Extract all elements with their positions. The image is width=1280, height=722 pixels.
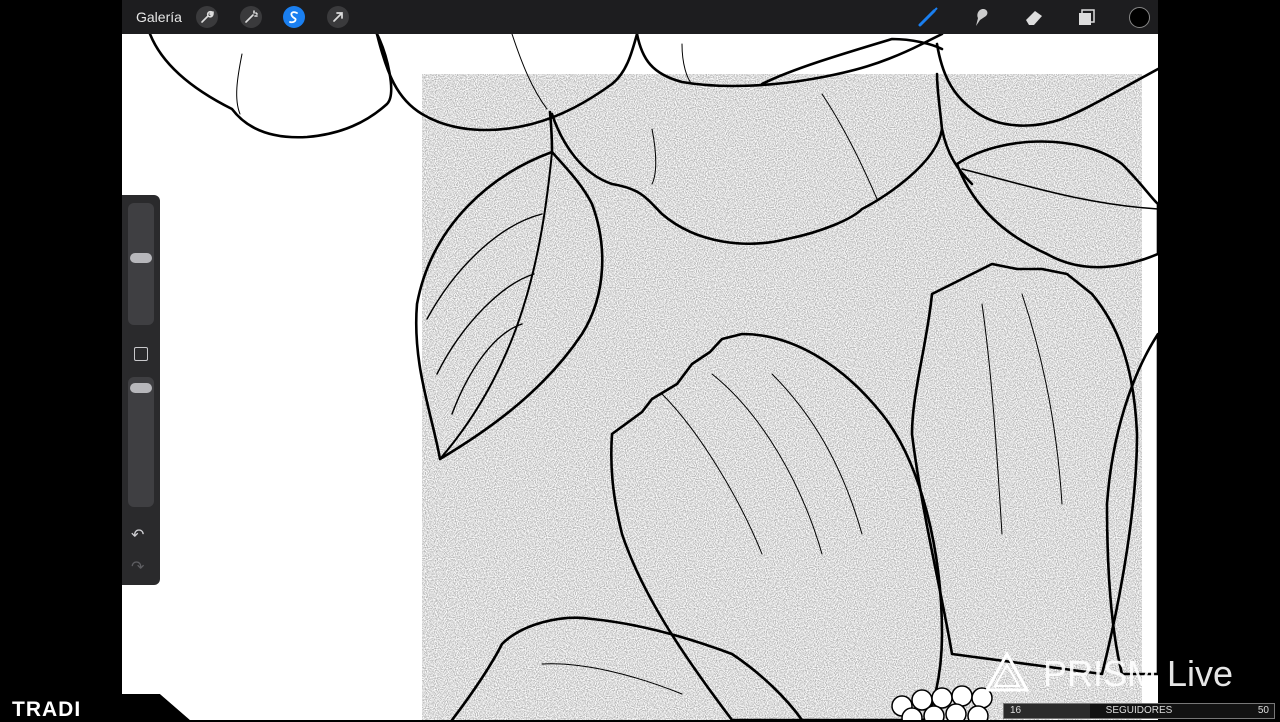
eraser-icon[interactable] bbox=[1023, 6, 1045, 28]
opacity-knob[interactable] bbox=[130, 383, 152, 393]
magic-wand-icon[interactable] bbox=[240, 6, 262, 28]
followers-progress-bar: 16 SEGUIDORES 50 bbox=[1003, 703, 1275, 719]
left-sidebar: ↶ ↷ bbox=[122, 195, 160, 585]
gallery-button[interactable]: Galería bbox=[136, 9, 182, 25]
wrench-icon[interactable] bbox=[196, 6, 218, 28]
followers-label: SEGUIDORES bbox=[1105, 705, 1173, 716]
top-toolbar: Galería bbox=[122, 0, 1158, 34]
drawing-canvas[interactable] bbox=[122, 34, 1158, 720]
smudge-icon[interactable] bbox=[970, 6, 992, 28]
prism-logo-icon bbox=[985, 652, 1029, 692]
followers-goal: 50 bbox=[1257, 705, 1269, 716]
color-swatch-icon[interactable] bbox=[1128, 6, 1150, 28]
redo-icon[interactable]: ↷ bbox=[131, 557, 144, 577]
transform-arrow-icon[interactable] bbox=[327, 6, 349, 28]
channel-label: TRADI bbox=[12, 698, 82, 721]
brush-icon[interactable] bbox=[917, 6, 939, 28]
top-flower-petal bbox=[148, 34, 393, 139]
undo-icon[interactable]: ↶ bbox=[131, 525, 144, 545]
selection-icon[interactable] bbox=[283, 6, 305, 28]
procreate-app: Galería ↶ ↷ bbox=[122, 0, 1158, 720]
opacity-slider[interactable] bbox=[128, 377, 154, 507]
stream-brand: PRISM Live bbox=[1043, 653, 1234, 694]
brush-size-knob[interactable] bbox=[130, 253, 152, 263]
modify-button[interactable] bbox=[134, 347, 148, 361]
layers-icon[interactable] bbox=[1076, 6, 1098, 28]
brush-size-slider[interactable] bbox=[128, 203, 154, 325]
